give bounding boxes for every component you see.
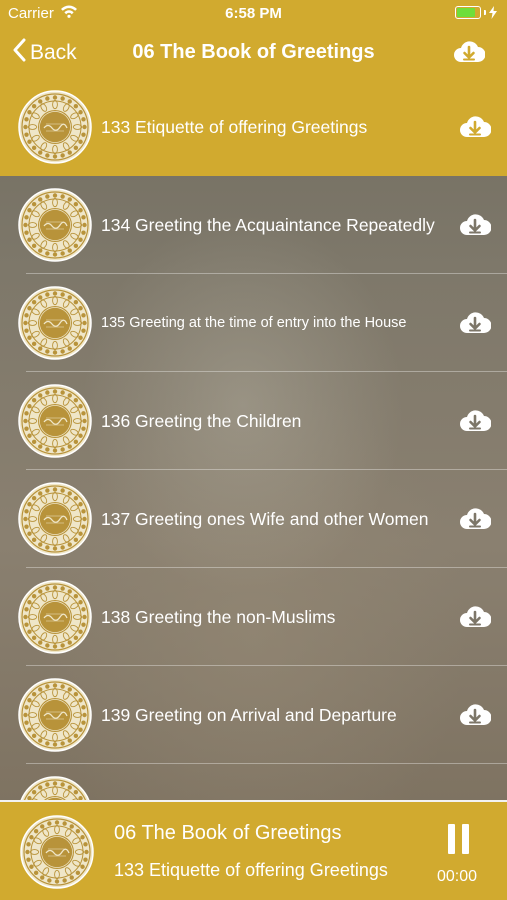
- download-all-button[interactable]: [453, 38, 486, 71]
- pause-icon: [448, 824, 455, 854]
- cloud-download-icon[interactable]: [459, 113, 492, 146]
- chapter-title: 136 Greeting the Children: [101, 410, 302, 431]
- chapter-title: 135 Greeting at the time of entry into t…: [101, 315, 407, 331]
- list-item[interactable]: 139 Greeting on Arrival and Departure: [0, 666, 507, 764]
- cloud-download-icon[interactable]: [459, 603, 492, 636]
- chapter-title: 139 Greeting on Arrival and Departure: [101, 704, 397, 725]
- cloud-download-icon[interactable]: [459, 701, 492, 734]
- chapter-title: 138 Greeting the non-Muslims: [101, 606, 336, 627]
- list-item[interactable]: 138 Greeting the non-Muslims: [0, 568, 507, 666]
- chapter-title: 133 Etiquette of offering Greetings: [101, 116, 368, 137]
- player-track: 133 Etiquette of offering Greetings: [114, 860, 388, 880]
- status-bar: Carrier 6:58 PM: [0, 0, 507, 28]
- cloud-download-icon[interactable]: [459, 407, 492, 440]
- pause-button[interactable]: [448, 824, 470, 856]
- list-item[interactable]: 136 Greeting the Children: [0, 372, 507, 470]
- list-item[interactable]: 134 Greeting the Acquaintance Repeatedly: [0, 176, 507, 274]
- chapter-title: 137 Greeting ones Wife and other Women: [101, 508, 429, 529]
- chapter-artwork: [18, 384, 92, 458]
- chapter-artwork: [18, 482, 92, 556]
- navigation-bar: Back 06 The Book of Greetings: [0, 28, 507, 78]
- clock: 6:58 PM: [225, 5, 282, 22]
- list-item[interactable]: 133 Etiquette of offering Greetings: [0, 78, 507, 176]
- player-title: 06 The Book of Greetings: [114, 822, 342, 844]
- page-title: 06 The Book of Greetings: [132, 41, 375, 63]
- chapter-artwork: [18, 776, 92, 800]
- chapter-artwork: [18, 678, 92, 752]
- chapter-artwork: [18, 286, 92, 360]
- chapter-artwork: [18, 90, 92, 164]
- playback-time: 00:00: [437, 868, 478, 885]
- chapter-list: 133 Etiquette of offering Greetings 134 …: [0, 78, 507, 800]
- player-artwork: [20, 815, 94, 889]
- list-item[interactable]: 135 Greeting at the time of entry into t…: [0, 274, 507, 372]
- battery-icon: [455, 6, 497, 19]
- chapter-artwork: [18, 188, 92, 262]
- header: Carrier 6:58 PM Back 06 The Book of Gree…: [0, 0, 507, 78]
- chapter-title: 134 Greeting the Acquaintance Repeatedly: [101, 214, 435, 235]
- mini-player[interactable]: 06 The Book of Greetings 133 Etiquette o…: [0, 800, 507, 900]
- cloud-download-icon[interactable]: [459, 211, 492, 244]
- cloud-download-icon: [454, 41, 486, 62]
- list-item[interactable]: [0, 764, 507, 800]
- list-item[interactable]: 137 Greeting ones Wife and other Women: [0, 470, 507, 568]
- cloud-download-icon[interactable]: [459, 505, 492, 538]
- chapter-artwork: [18, 580, 92, 654]
- cloud-download-icon[interactable]: [459, 309, 492, 342]
